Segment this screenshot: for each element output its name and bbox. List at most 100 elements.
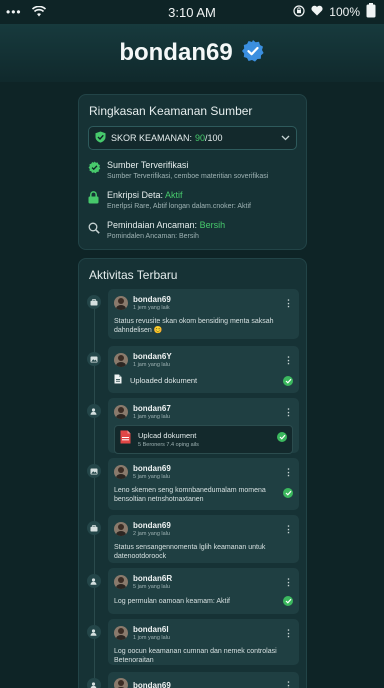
pdf-file-icon	[120, 430, 132, 449]
activity-username: bondan6Y	[133, 352, 172, 361]
activity-time: 1 jam yang lalu	[133, 414, 170, 420]
more-options-icon[interactable]: ⋮	[284, 629, 293, 638]
status-left: •••	[6, 5, 116, 20]
activity-card[interactable]: bondan6Y 1 jam yang lalu ⋮ Uploaded doku…	[108, 346, 299, 393]
security-summary-card: Ringkasan Keamanan Sumber SKOR KEAMANAN:…	[78, 94, 307, 250]
signal-dots: •••	[6, 5, 22, 19]
check-circle-icon	[283, 376, 293, 386]
more-options-icon[interactable]: ⋮	[284, 299, 293, 308]
avatar	[114, 626, 128, 640]
security-summary-title: Ringkasan Keamanan Sumber	[89, 104, 253, 118]
activity-username: bondan6R	[133, 574, 173, 583]
more-options-icon[interactable]: ⋮	[284, 408, 293, 417]
user-icon	[87, 404, 101, 418]
activity-text: Log oocun keamanan cumnan dan nemek cont…	[114, 648, 277, 665]
activity-card[interactable]: bondan6R 5 jam yang lalu ⋮ Log permulan …	[108, 568, 299, 614]
battery-icon	[366, 3, 376, 21]
user-icon	[87, 574, 101, 588]
activity-card[interactable]: bondan67 1 jam yang lalu ⋮ Uplcad dokume…	[108, 398, 299, 454]
activity-card[interactable]: bondan69 5 jam yang lalu ⋮ Leno skemen s…	[108, 458, 299, 510]
activity-text: Log permulan oamoan keamam: Aktif	[114, 598, 230, 605]
shield-check-icon	[95, 131, 106, 145]
avatar	[114, 465, 128, 479]
encryption-status-value: Aktif	[165, 190, 183, 200]
more-options-icon[interactable]: ⋮	[284, 525, 293, 534]
activity-card[interactable]: bondan6I 1 jom yang lalu ⋮ Log oocun kea…	[108, 619, 299, 665]
avatar	[114, 405, 128, 419]
status-right: 100%	[293, 3, 376, 21]
avatar	[114, 296, 128, 310]
activity-time: 2 jam yang lalu	[133, 531, 170, 537]
verified-badge-icon	[241, 39, 265, 68]
activity-username: bondan69	[133, 680, 171, 688]
file-meta: 5 Beroners 7.4 oping ails	[138, 442, 199, 448]
activity-username: bondan69	[133, 295, 171, 304]
activity-time: 5 jam yang lalu	[133, 584, 170, 590]
check-circle-icon	[283, 596, 293, 606]
security-score-label: SKOR KEAMANAN:	[111, 133, 193, 143]
security-item-title: Pemindaian Ancaman:	[107, 220, 198, 230]
security-item-verified: Sumber Terverifikasi Sumber Terverifikas…	[79, 160, 306, 180]
activity-time: 1 jom yang lalu	[133, 635, 170, 641]
security-item-threat-scan: Pemindaian Ancaman: Bersih Pomindalen An…	[79, 220, 306, 240]
image-icon	[87, 464, 101, 478]
user-icon	[87, 625, 101, 639]
image-icon	[87, 352, 101, 366]
avatar	[114, 678, 128, 688]
more-options-icon[interactable]: ⋮	[284, 681, 293, 688]
uploaded-document-row[interactable]: Uploaded dokument	[114, 374, 293, 386]
activity-time: 1 jam yang lalu	[133, 362, 170, 368]
profile-header: bondan69	[0, 24, 384, 82]
avatar	[114, 353, 128, 367]
activity-time: 5 jam yang lalu	[133, 474, 170, 480]
document-icon	[114, 374, 123, 386]
chevron-down-icon	[281, 133, 290, 144]
more-options-icon[interactable]: ⋮	[284, 356, 293, 365]
activity-username: bondan6I	[133, 625, 169, 634]
avatar	[114, 522, 128, 536]
recent-activity-title: Aktivitas Terbaru	[89, 268, 178, 282]
security-item-encryption: Enkripsi Deta: Aktif Enerlpsi Rare, Abti…	[79, 190, 306, 210]
activity-username: bondan69	[133, 464, 171, 473]
security-item-subtitle: Enerlpsi Rare, Abtif longan dalam.cnoker…	[107, 203, 251, 210]
security-item-title: Enkripsi Deta:	[107, 190, 164, 200]
activity-card[interactable]: bondan69 2 jam yang lalu ⋮ Status sensan…	[108, 515, 299, 563]
security-item-subtitle: Pomindalen Ancaman: Bersih	[107, 233, 199, 240]
threat-scan-status-value: Bersih	[199, 220, 226, 230]
user-icon	[87, 678, 101, 688]
more-options-icon[interactable]: ⋮	[284, 468, 293, 477]
recent-activity-card: Aktivitas Terbaru bondan69 1 jem yang la…	[78, 258, 307, 688]
activity-time: 1 jem yang laik	[133, 305, 170, 311]
battery-level: 100%	[329, 5, 360, 19]
activity-username: bondan69	[133, 521, 171, 530]
briefcase-icon	[87, 295, 101, 309]
file-name: Uplcad dokument	[138, 431, 197, 440]
security-item-title-row: Enkripsi Deta: Aktif	[107, 190, 297, 200]
status-bar: ••• 3:10 AM 100%	[0, 0, 384, 24]
security-item-title: Sumber Terverifikasi	[107, 160, 189, 170]
activity-text: Status revusite skan okom bensiding ment…	[114, 318, 274, 335]
document-label: Uploaded dokument	[130, 375, 198, 385]
check-circle-icon	[283, 488, 293, 498]
search-icon	[88, 220, 102, 240]
security-item-title-row: Pemindaian Ancaman: Bersih	[107, 220, 297, 230]
briefcase-icon	[87, 521, 101, 535]
security-score-value: 90	[195, 133, 206, 143]
activity-text: Leno skemen seng komnbanedumalam momena …	[114, 487, 266, 504]
rotation-lock-icon	[293, 4, 305, 20]
security-score-dropdown[interactable]: SKOR KEAMANAN: 90 /100	[88, 126, 297, 150]
avatar	[114, 575, 128, 589]
heart-icon	[311, 5, 323, 19]
activity-card[interactable]: bondan69 1 jem yang laik ⋮ Status revusi…	[108, 289, 299, 339]
lock-icon	[88, 190, 102, 210]
activity-text: Status sensangennomenta lglih keamanan u…	[114, 544, 266, 561]
activity-username: bondan67	[133, 404, 171, 413]
verified-badge-icon	[88, 160, 102, 180]
page-title: bondan69	[119, 39, 233, 66]
more-options-icon[interactable]: ⋮	[284, 578, 293, 587]
uploaded-file-attachment[interactable]: Uplcad dokument 5 Beroners 7.4 oping ail…	[114, 425, 293, 454]
security-item-subtitle: Sumber Terverifikasi, cemboe materitian …	[107, 173, 269, 180]
activity-card[interactable]: bondan69 ⋮	[108, 672, 299, 688]
security-score-total: /100	[205, 133, 223, 143]
wifi-icon	[31, 5, 46, 20]
